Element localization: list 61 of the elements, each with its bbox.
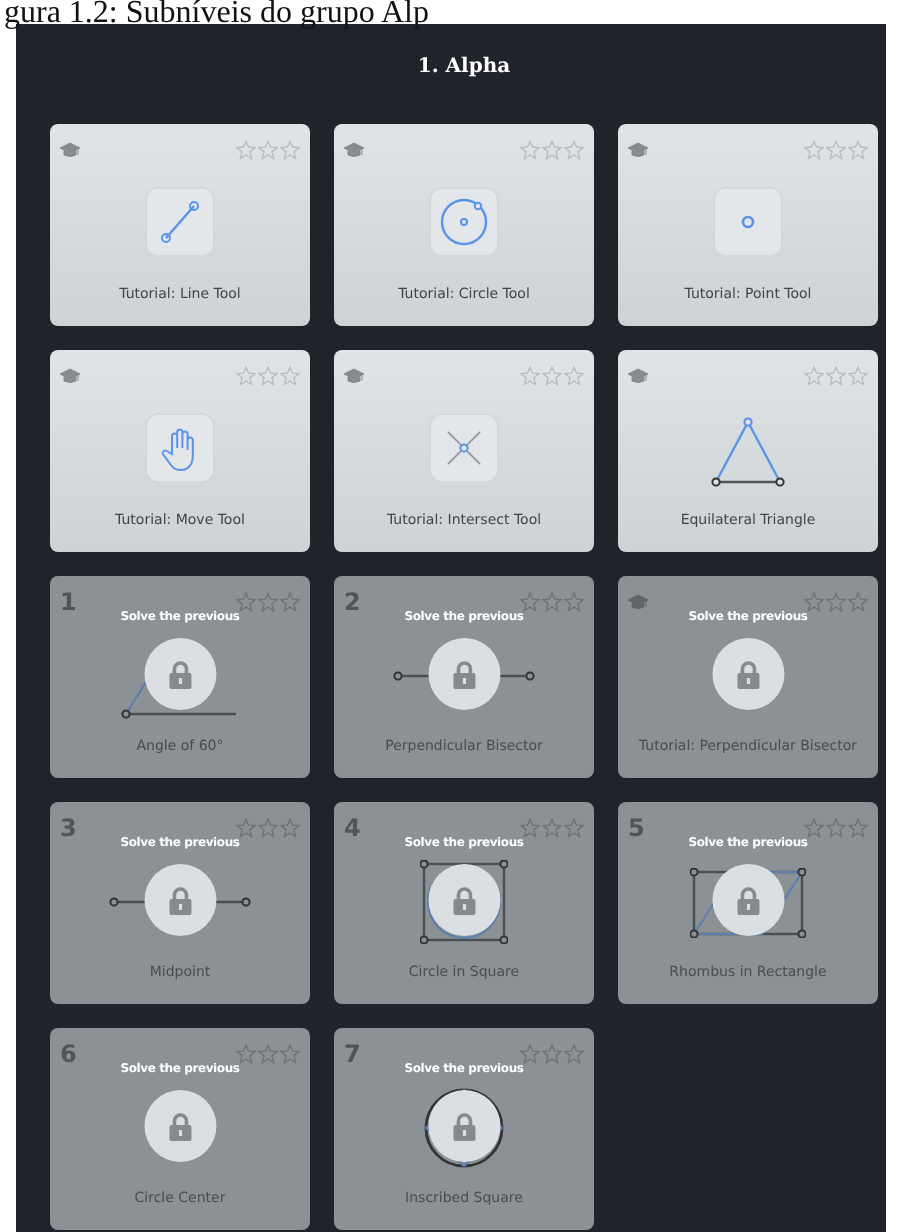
star-icon: [848, 592, 868, 612]
star-icon: [804, 366, 824, 386]
lock-icon: [736, 885, 760, 915]
star-icon: [236, 818, 256, 838]
rhombus-in-rectangle-drawing: [690, 867, 806, 937]
star-icon: [520, 140, 540, 160]
star-icon: [564, 366, 584, 386]
star-icon: [258, 366, 278, 386]
star-icon: [542, 818, 562, 838]
star-icon: [236, 366, 256, 386]
lock-icon: [168, 1111, 192, 1141]
star-icon: [848, 818, 868, 838]
level-number: 5: [628, 816, 645, 840]
level-number: 1: [60, 590, 77, 614]
star-icon: [280, 1044, 300, 1064]
lock-icon: [168, 659, 192, 689]
star-icon: [280, 140, 300, 160]
level-number: 4: [344, 816, 361, 840]
star-icon: [564, 592, 584, 612]
figure-caption: gura 1.2: Subníveis do grupo Alp: [2, 0, 431, 24]
star-icon: [520, 1044, 540, 1064]
star-icon: [236, 140, 256, 160]
level-number: 7: [344, 1042, 361, 1066]
star-icon: [520, 592, 540, 612]
star-icon: [236, 592, 256, 612]
angle-drawing: [120, 680, 240, 720]
star-icon: [258, 592, 278, 612]
star-icon: [280, 366, 300, 386]
star-icon: [564, 1044, 584, 1064]
level-number: 6: [60, 1042, 77, 1066]
star-icon: [280, 818, 300, 838]
star-icon: [542, 140, 562, 160]
lock-icon: [452, 1111, 476, 1141]
lock-icon: [736, 659, 760, 689]
star-icon: [804, 592, 824, 612]
star-icon: [236, 1044, 256, 1064]
star-icon: [848, 140, 868, 160]
level-number: 3: [60, 816, 77, 840]
level-number: 2: [344, 590, 361, 614]
star-icon: [258, 818, 278, 838]
star-icon: [564, 140, 584, 160]
star-icon: [542, 366, 562, 386]
star-icon: [826, 818, 846, 838]
star-icon: [826, 592, 846, 612]
star-icon: [280, 592, 300, 612]
star-icon: [826, 140, 846, 160]
lock-icon: [452, 659, 476, 689]
star-icon: [804, 140, 824, 160]
group-title: 1. Alpha: [417, 56, 511, 78]
star-icon: [258, 140, 278, 160]
star-icon: [258, 1044, 278, 1064]
star-icon: [804, 818, 824, 838]
star-icon: [564, 818, 584, 838]
star-icon: [826, 366, 846, 386]
lock-icon: [168, 885, 192, 915]
star-icon: [848, 366, 868, 386]
lock-icon: [452, 885, 476, 915]
star-icon: [542, 592, 562, 612]
star-icon: [520, 366, 540, 386]
star-icon: [520, 818, 540, 838]
star-icon: [542, 1044, 562, 1064]
